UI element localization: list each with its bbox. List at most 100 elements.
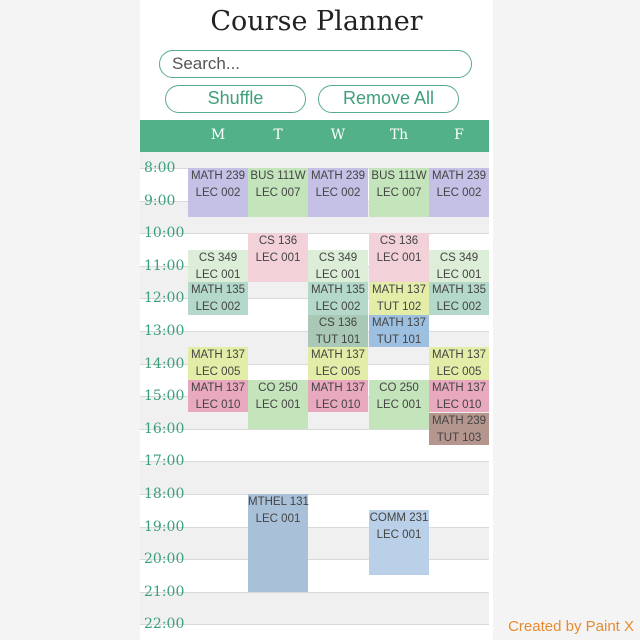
hour-label: 18:00 [144,486,185,502]
day-header-t: T [273,127,283,143]
hour-label: 20:00 [144,551,185,568]
course-section: LEC 010 [315,398,361,411]
course-section: LEC 001 [376,529,422,542]
course-section: LEC 002 [315,301,361,314]
course-block[interactable]: MATH 135 LEC 002 [188,282,248,315]
course-block[interactable]: MATH 137 LEC 010 [308,379,368,413]
course-block[interactable]: CS 136 LEC 001 [248,233,308,283]
day-header-th: Th [389,127,409,143]
course-section: LEC 002 [315,187,361,199]
course-section: TUT 101 [376,333,422,346]
hour-label: 13:00 [144,323,185,339]
course-block[interactable]: MATH 137 TUT 102 [369,282,429,315]
course-code: MATH 137 [431,349,487,362]
day-header-f: F [454,127,464,143]
hour-label: 17:00 [144,453,185,470]
course-code: MATH 135 [190,284,246,297]
course-section: TUT 103 [436,431,482,444]
course-block[interactable]: COMM 231 LEC 001 [369,510,429,576]
course-block[interactable]: CS 136 TUT 101 [308,314,368,348]
course-section: LEC 001 [376,398,422,411]
course-code: MATH 137 [310,381,366,394]
course-block[interactable]: MTHEL 131 LEC 001 [248,494,309,592]
course-section: LEC 001 [376,252,422,265]
hour-row [140,624,489,640]
course-block[interactable]: MATH 137 TUT 101 [369,314,429,348]
hour-label: 9:00 [144,192,176,209]
hour-label: 14:00 [144,355,185,372]
course-planner-app: Course Planner Shuffle Remove All M T W Th F… [140,0,493,640]
course-section: LEC 005 [436,366,482,379]
course-block[interactable]: CO 250 LEC 001 [369,379,429,429]
hour-label: 15:00 [144,388,185,405]
hour-label: 10:00 [144,225,185,242]
course-code: BUS 111W [250,170,306,182]
page-title: Course Planner [210,6,423,37]
course-block[interactable]: MATH 137 LEC 005 [188,347,248,380]
course-block[interactable]: MATH 137 LEC 010 [188,379,248,413]
course-block[interactable]: MATH 137 LEC 010 [429,379,489,413]
course-code: CS 349 [318,251,358,264]
course-code: MATH 137 [371,284,427,297]
course-code: MATH 137 [310,349,366,362]
remove-all-button[interactable]: Remove All [318,85,459,113]
shuffle-button[interactable]: Shuffle [165,85,306,113]
course-block[interactable]: MATH 135 LEC 002 [429,282,489,315]
course-block[interactable]: CS 349 LEC 001 [308,249,368,283]
course-code: CS 136 [318,316,358,329]
hour-label: 12:00 [144,290,185,307]
course-code: CS 136 [258,235,298,248]
course-block[interactable]: CS 136 LEC 001 [369,233,429,283]
course-code: MATH 135 [310,284,366,297]
course-code: MATH 239 [190,170,246,182]
course-section: LEC 001 [315,268,361,281]
hour-row [140,526,489,560]
course-section: LEC 001 [436,268,482,281]
hour-label: 8:00 [144,160,176,176]
course-code: MATH 239 [431,414,487,427]
course-section: LEC 002 [195,301,241,314]
course-code: CS 349 [439,251,479,264]
course-block[interactable]: MATH 239 TUT 103 [429,412,489,446]
course-section: LEC 002 [195,187,241,199]
course-block[interactable]: CS 349 LEC 001 [188,249,248,283]
course-section: LEC 005 [315,366,361,379]
course-section: LEC 001 [255,513,301,525]
course-code: MATH 137 [371,316,427,329]
hour-row [140,152,489,168]
course-code: MATH 135 [431,284,487,297]
course-code: CS 136 [379,235,419,248]
course-section: TUT 101 [315,333,361,346]
course-code: BUS 111W [371,170,427,182]
course-code: MTHEL 131 [248,496,309,508]
course-block[interactable]: MATH 135 LEC 002 [308,282,368,315]
course-code: MATH 239 [310,170,366,182]
course-code: MATH 137 [431,381,487,394]
course-code: MATH 137 [190,349,246,362]
course-code: MATH 239 [431,170,487,182]
course-block[interactable]: BUS 111W LEC 007 [369,168,429,217]
course-section: LEC 010 [436,398,482,411]
course-block[interactable]: MATH 137 LEC 005 [429,347,489,380]
course-block[interactable]: BUS 111W LEC 007 [248,168,308,217]
day-header-m: M [210,127,226,143]
hour-label: 11:00 [144,257,185,274]
course-section: LEC 007 [376,187,422,199]
course-code: CO 250 [379,381,419,394]
course-code: CO 250 [258,381,298,394]
hour-row [140,559,489,592]
search-input[interactable] [159,50,472,78]
course-block[interactable]: MATH 239 LEC 002 [188,168,248,217]
course-block[interactable]: MATH 239 LEC 002 [308,168,368,217]
course-section: LEC 001 [255,398,301,411]
course-code: MATH 137 [190,381,246,394]
course-block[interactable]: MATH 137 LEC 005 [308,347,368,380]
course-block[interactable]: CS 349 LEC 001 [429,249,489,283]
schedule-grid: 8:00 9:00 10:00 11:00 12:00 13:00 14:00 15:00 16… [140,152,493,640]
hour-row [140,494,489,527]
course-block[interactable]: CO 250 LEC 001 [248,379,308,429]
course-section: LEC 001 [195,268,241,281]
course-section: TUT 102 [376,301,422,314]
course-block[interactable]: MATH 239 LEC 002 [429,168,489,217]
course-section: LEC 010 [195,398,241,411]
